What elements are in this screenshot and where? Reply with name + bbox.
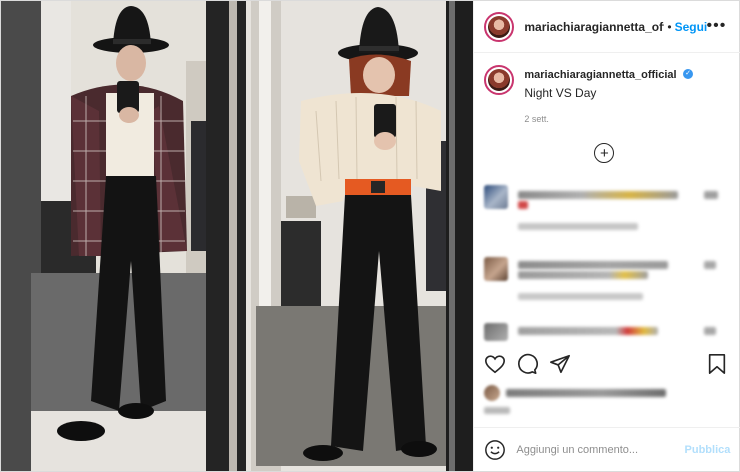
comment-like-blurred bbox=[704, 191, 719, 199]
comment-meta-blurred bbox=[518, 293, 644, 300]
comment-text-blurred bbox=[518, 271, 649, 279]
comment-text-blurred bbox=[518, 191, 679, 199]
comment-avatar[interactable] bbox=[484, 257, 509, 281]
post-header: mariachiaragiannetta_offic • Segui ••• bbox=[474, 1, 740, 53]
caption-text: Night VS Day bbox=[524, 86, 597, 100]
share-icon[interactable] bbox=[549, 353, 571, 375]
post-side-panel: mariachiaragiannetta_offic • Segui ••• m… bbox=[473, 1, 740, 471]
plus-circle-icon[interactable]: + bbox=[594, 143, 615, 163]
follow-button[interactable]: Segui bbox=[675, 20, 708, 34]
likes-time-blurred bbox=[484, 407, 511, 414]
liker-avatar[interactable] bbox=[484, 385, 501, 401]
mirror-selfie-image bbox=[1, 1, 474, 471]
comment-meta-blurred bbox=[518, 223, 639, 230]
add-comment-bar: Pubblica bbox=[474, 427, 740, 471]
comment-item bbox=[484, 257, 729, 301]
post-timestamp[interactable]: 2 sett. bbox=[524, 114, 693, 124]
comment-like-blurred bbox=[704, 327, 717, 335]
bookmark-icon[interactable] bbox=[707, 353, 727, 375]
caption-avatar[interactable] bbox=[484, 65, 515, 95]
caption-username[interactable]: mariachiaragiannetta_official bbox=[524, 69, 676, 81]
comment-item bbox=[484, 323, 729, 347]
post-actions bbox=[474, 353, 740, 381]
comment-item bbox=[484, 185, 729, 230]
emoji-icon[interactable] bbox=[484, 439, 506, 461]
comment-icon[interactable] bbox=[516, 353, 539, 375]
post-caption: mariachiaragiannetta_official ✓ Night VS… bbox=[484, 65, 734, 124]
more-icon[interactable]: ••• bbox=[707, 17, 727, 35]
post-photo[interactable] bbox=[1, 1, 474, 471]
post-modal: mariachiaragiannetta_offic • Segui ••• m… bbox=[0, 0, 740, 472]
comment-text-blurred bbox=[518, 261, 669, 269]
author-username[interactable]: mariachiaragiannetta_offic bbox=[524, 20, 664, 34]
publish-button[interactable]: Pubblica bbox=[685, 444, 731, 456]
header-separator: • bbox=[667, 19, 672, 34]
likes-summary bbox=[484, 385, 684, 419]
comment-like-blurred bbox=[704, 261, 717, 269]
verified-icon: ✓ bbox=[683, 68, 694, 79]
comment-emoji-blurred bbox=[518, 201, 529, 209]
heart-icon[interactable] bbox=[484, 353, 506, 375]
likes-text-blurred[interactable] bbox=[506, 389, 667, 397]
author-avatar[interactable] bbox=[484, 11, 515, 42]
comment-input[interactable] bbox=[516, 443, 685, 456]
comment-avatar[interactable] bbox=[484, 323, 509, 341]
comment-avatar[interactable] bbox=[484, 185, 509, 209]
comment-text-blurred bbox=[518, 327, 659, 335]
